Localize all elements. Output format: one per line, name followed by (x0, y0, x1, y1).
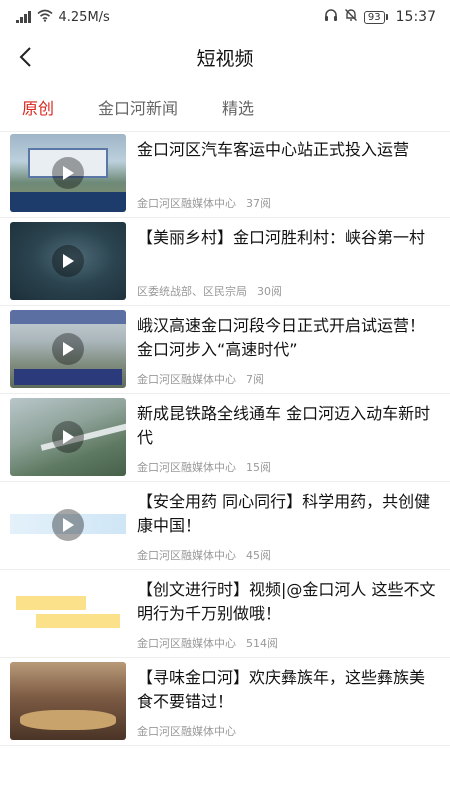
video-item[interactable]: 【寻味金口河】欢庆彝族年，这些彝族美食不要错过！ 金口河区融媒体中心 (0, 658, 450, 746)
video-source: 金口河区融媒体中心 (137, 461, 236, 474)
video-meta: 金口河区融媒体中心 7阅 (137, 371, 264, 387)
video-title[interactable]: 【安全用药 同心同行】科学用药，共创健康中国！ (137, 490, 440, 538)
tab-jinkouhe-news[interactable]: 金口河新闻 (98, 89, 178, 125)
video-source: 区委统战部、区民宗局 (137, 285, 247, 298)
network-speed: 4.25M/s (58, 9, 110, 25)
video-item[interactable]: 峨汉高速金口河段今日正式开启试运营！金口河步入“高速时代” 金口河区融媒体中心 7… (0, 306, 450, 394)
video-info: 金口河区汽车客运中心站正式投入运营 金口河区融媒体中心 37阅 (126, 134, 440, 217)
view-count: 7阅 (246, 373, 264, 386)
play-icon[interactable] (52, 157, 84, 189)
view-count: 514阅 (246, 637, 278, 650)
video-item[interactable]: 【创文进行时】视频|@金口河人 这些不文明行为千万别做哦！ 金口河区融媒体中心 5… (0, 570, 450, 658)
video-title[interactable]: 【美丽乡村】金口河胜利村：峡谷第一村 (137, 226, 440, 274)
video-info: 【美丽乡村】金口河胜利村：峡谷第一村 区委统战部、区民宗局 30阅 (126, 222, 440, 305)
video-info: 【寻味金口河】欢庆彝族年，这些彝族美食不要错过！ 金口河区融媒体中心 (126, 662, 440, 745)
video-title[interactable]: 【寻味金口河】欢庆彝族年，这些彝族美食不要错过！ (137, 666, 440, 714)
video-title[interactable]: 【创文进行时】视频|@金口河人 这些不文明行为千万别做哦！ (137, 578, 440, 626)
video-thumbnail[interactable] (10, 662, 126, 740)
play-icon[interactable] (52, 421, 84, 453)
view-count: 37阅 (246, 197, 271, 210)
video-thumbnail[interactable] (10, 398, 126, 476)
headset-icon (324, 8, 338, 26)
video-title[interactable]: 峨汉高速金口河段今日正式开启试运营！金口河步入“高速时代” (137, 314, 440, 362)
video-info: 峨汉高速金口河段今日正式开启试运营！金口河步入“高速时代” 金口河区融媒体中心 7… (126, 310, 440, 393)
status-left: 4.25M/s (16, 9, 110, 26)
video-item[interactable]: 【安全用药 同心同行】科学用药，共创健康中国！ 金口河区融媒体中心 45阅 (0, 482, 450, 570)
video-meta: 区委统战部、区民宗局 30阅 (137, 283, 282, 299)
video-thumbnail[interactable] (10, 310, 126, 388)
video-thumbnail[interactable] (10, 486, 126, 564)
video-thumbnail[interactable] (10, 222, 126, 300)
video-source: 金口河区融媒体中心 (137, 373, 236, 386)
video-meta: 金口河区融媒体中心 37阅 (137, 195, 271, 211)
video-thumbnail[interactable] (10, 574, 126, 652)
view-count: 30阅 (257, 285, 282, 298)
chevron-left-icon (19, 47, 31, 67)
video-item[interactable]: 金口河区汽车客运中心站正式投入运营 金口河区融媒体中心 37阅 (0, 130, 450, 218)
video-meta: 金口河区融媒体中心 15阅 (137, 459, 271, 475)
back-button[interactable] (10, 42, 40, 72)
view-count: 45阅 (246, 549, 271, 562)
video-meta: 金口河区融媒体中心 514阅 (137, 635, 278, 651)
video-feed[interactable]: 金口河区汽车客运中心站正式投入运营 金口河区融媒体中心 37阅 【美丽乡村】金口河… (0, 130, 450, 800)
mute-icon (344, 8, 358, 26)
video-meta: 金口河区融媒体中心 45阅 (137, 547, 271, 563)
clock: 15:37 (395, 9, 436, 25)
video-info: 新成昆铁路全线通车 金口河迈入动车新时代 金口河区融媒体中心 15阅 (126, 398, 440, 481)
video-title[interactable]: 金口河区汽车客运中心站正式投入运营 (137, 138, 440, 186)
view-count: 15阅 (246, 461, 271, 474)
tab-bar: 原创 金口河新闻 精选 (0, 82, 450, 132)
play-icon[interactable] (52, 245, 84, 277)
tab-original[interactable]: 原创 (22, 89, 54, 125)
video-source: 金口河区融媒体中心 (137, 725, 236, 738)
status-bar: 4.25M/s 93 15:37 (0, 0, 450, 34)
battery-level: 93 (363, 10, 385, 24)
play-icon[interactable] (52, 333, 84, 365)
video-info: 【创文进行时】视频|@金口河人 这些不文明行为千万别做哦！ 金口河区融媒体中心 5… (126, 574, 440, 657)
video-item[interactable]: 【美丽乡村】金口河胜利村：峡谷第一村 区委统战部、区民宗局 30阅 (0, 218, 450, 306)
tab-featured[interactable]: 精选 (222, 89, 254, 125)
video-item[interactable]: 新成昆铁路全线通车 金口河迈入动车新时代 金口河区融媒体中心 15阅 (0, 394, 450, 482)
video-source: 金口河区融媒体中心 (137, 549, 236, 562)
video-source: 金口河区融媒体中心 (137, 197, 236, 210)
page-title: 短视频 (196, 47, 254, 70)
battery-icon: 93 (363, 10, 388, 24)
video-info: 【安全用药 同心同行】科学用药，共创健康中国！ 金口河区融媒体中心 45阅 (126, 486, 440, 569)
status-right: 93 15:37 (324, 8, 436, 26)
video-thumbnail[interactable] (10, 134, 126, 212)
signal-icon (16, 11, 31, 23)
video-source: 金口河区融媒体中心 (137, 637, 236, 650)
video-title[interactable]: 新成昆铁路全线通车 金口河迈入动车新时代 (137, 402, 440, 450)
wifi-icon (36, 9, 53, 26)
nav-bar: 短视频 (0, 34, 450, 80)
play-icon[interactable] (52, 509, 84, 541)
video-meta: 金口河区融媒体中心 (137, 723, 246, 739)
